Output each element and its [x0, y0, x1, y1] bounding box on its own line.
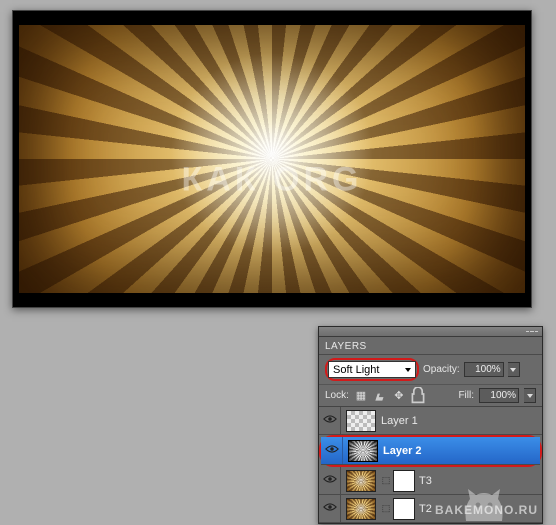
lock-label: Lock:	[325, 390, 349, 401]
visibility-toggle[interactable]	[319, 495, 341, 522]
link-icon: ⬚	[381, 475, 391, 486]
blend-mode-select[interactable]: Soft Light	[328, 361, 416, 378]
vignette	[19, 25, 525, 293]
layers-panel: LAYERS Soft Light Opacity: 100% Lock: ▦ …	[318, 326, 543, 524]
blend-mode-value: Soft Light	[333, 364, 379, 376]
layer-name[interactable]: T3	[419, 475, 432, 487]
panel-menu-icon[interactable]	[526, 328, 538, 336]
canvas-artwork: КАК ORG	[19, 25, 525, 293]
eye-icon	[323, 502, 337, 515]
layer-name[interactable]: T2	[419, 503, 432, 515]
layer-name[interactable]: Layer 1	[381, 415, 418, 427]
lock-all-icon[interactable]	[411, 389, 425, 403]
lock-position-icon[interactable]: ✥	[392, 389, 406, 403]
fill-value: 100%	[490, 390, 516, 401]
opacity-value: 100%	[475, 364, 501, 375]
chevron-down-icon	[527, 394, 533, 398]
blend-opacity-row: Soft Light Opacity: 100%	[319, 355, 542, 385]
selected-layer-highlight: Layer 2	[319, 435, 542, 467]
layer-row[interactable]: ⬚ T3	[319, 467, 542, 495]
lock-fill-row: Lock: ▦ ✥ Fill: 100%	[319, 385, 542, 407]
blend-mode-highlight: Soft Light	[325, 358, 419, 381]
mask-thumbnail[interactable]	[393, 470, 415, 492]
fill-field[interactable]: 100%	[479, 388, 519, 403]
eye-icon	[323, 474, 337, 487]
layer-thumbnail[interactable]	[348, 440, 378, 462]
mask-thumbnail[interactable]	[393, 498, 415, 520]
eye-icon	[325, 444, 339, 457]
canvas-watermark: КАК ORG	[182, 161, 363, 200]
visibility-toggle[interactable]	[321, 437, 343, 464]
footer-watermark: BAKEMONO.RU	[435, 503, 538, 517]
visibility-toggle[interactable]	[319, 407, 341, 434]
layer-row[interactable]: Layer 1	[319, 407, 542, 435]
chevron-down-icon	[510, 368, 516, 372]
layer-thumbnail[interactable]	[346, 498, 376, 520]
document-canvas[interactable]: КАК ORG	[12, 10, 532, 308]
link-icon: ⬚	[381, 503, 391, 514]
opacity-dropdown[interactable]	[508, 362, 520, 377]
panel-tab-bar	[319, 327, 542, 337]
lock-pixels-icon[interactable]	[373, 389, 387, 403]
panel-title: LAYERS	[319, 337, 542, 355]
fill-dropdown[interactable]	[524, 388, 536, 403]
opacity-field[interactable]: 100%	[464, 362, 504, 377]
eye-icon	[323, 414, 337, 427]
layer-name[interactable]: Layer 2	[383, 445, 422, 457]
layer-thumbnail[interactable]	[346, 410, 376, 432]
layer-thumbnail[interactable]	[346, 470, 376, 492]
layer-row[interactable]: Layer 2	[321, 437, 540, 465]
lock-transparency-icon[interactable]: ▦	[354, 389, 368, 403]
chevron-down-icon	[405, 368, 411, 372]
opacity-label: Opacity:	[423, 364, 460, 375]
visibility-toggle[interactable]	[319, 467, 341, 494]
fill-label: Fill:	[458, 390, 474, 401]
